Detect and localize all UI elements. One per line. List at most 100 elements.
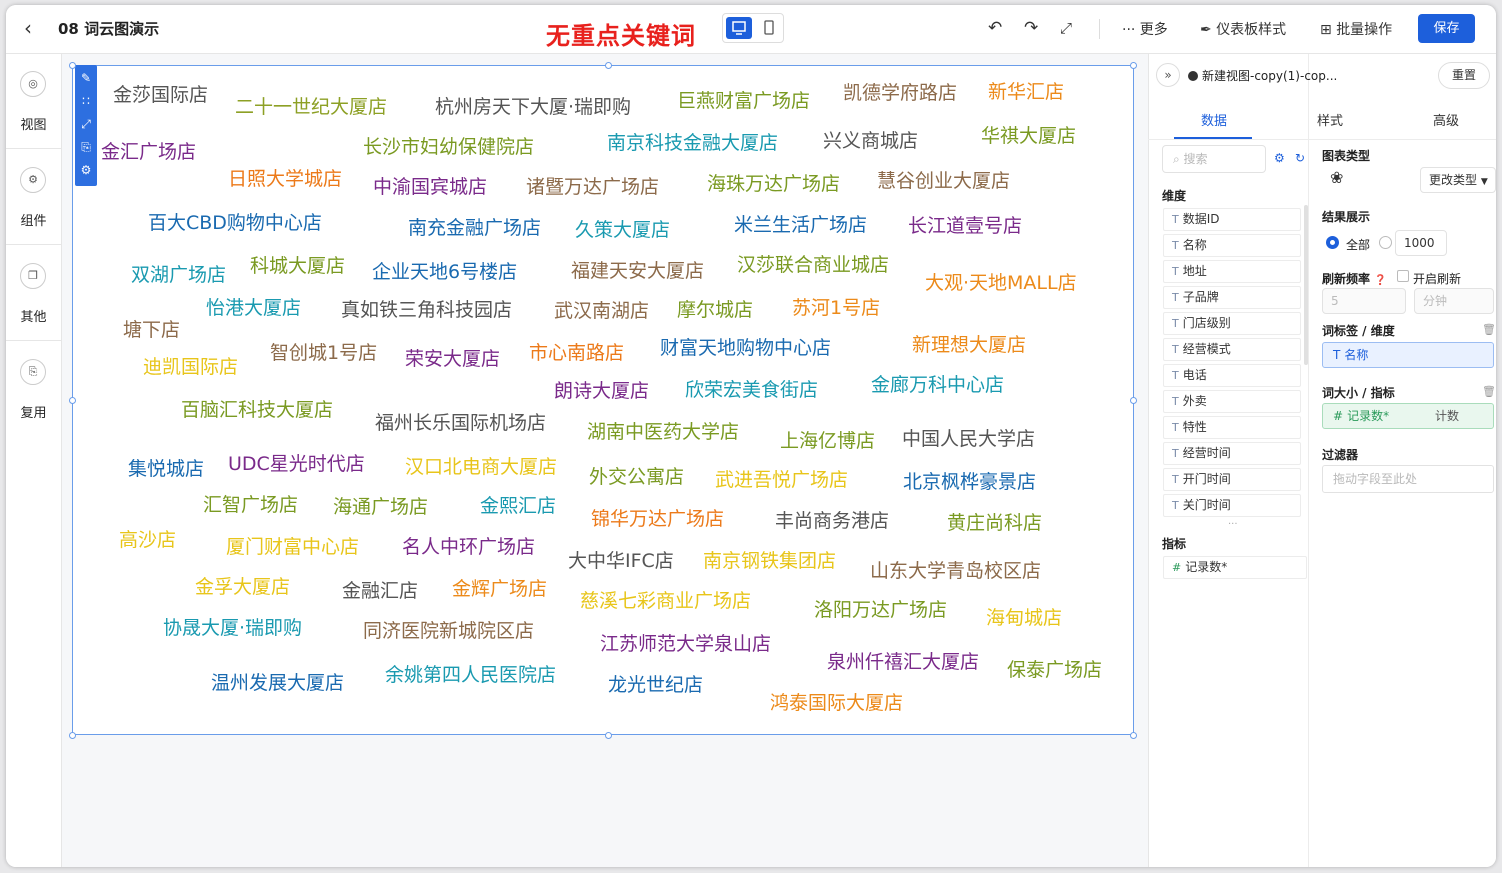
mobile-view-button[interactable] xyxy=(756,17,782,39)
nav-other[interactable]: ❐ 其他 xyxy=(6,246,61,341)
wordcloud-term[interactable]: 米兰生活广场店 xyxy=(734,216,867,235)
wordcloud-term[interactable]: 名人中环广场店 xyxy=(402,538,535,557)
collapse-panel-icon[interactable]: » xyxy=(1156,63,1180,87)
dimension-field[interactable]: T 特性 xyxy=(1163,416,1301,439)
radio-limit[interactable] xyxy=(1379,236,1392,249)
change-type-select[interactable]: 更改类型 ▼ xyxy=(1420,167,1496,193)
resize-handle[interactable] xyxy=(1130,62,1137,69)
wordcloud-term[interactable]: 大中华IFC店 xyxy=(568,552,674,571)
resize-handle[interactable] xyxy=(69,62,76,69)
wordcloud-term[interactable]: 丰尚商务港店 xyxy=(775,512,889,531)
filter-drop-zone[interactable]: 拖动字段至此处 xyxy=(1322,465,1494,493)
batch-operation-button[interactable]: ⊞ 批量操作 xyxy=(1320,19,1392,39)
more-button[interactable]: ··· 更多 xyxy=(1122,19,1168,39)
wordcloud-term[interactable]: 协晟大厦·瑞即购 xyxy=(163,619,302,638)
edit-icon[interactable]: ✎ xyxy=(75,67,97,89)
wordcloud-term[interactable]: 海珠万达广场店 xyxy=(707,175,840,194)
wordcloud-chart[interactable]: 金莎国际店 二十一世纪大厦店 杭州房天下大厦·瑞即购 巨燕财富广场店 凯德学府路店 新华汇… xyxy=(72,65,1134,735)
wordcloud-term[interactable]: 厦门财富中心店 xyxy=(226,538,359,557)
gear-icon[interactable]: ⚙ xyxy=(1274,151,1285,165)
nav-view[interactable]: ◎ 视图 xyxy=(6,54,61,149)
wordcloud-term[interactable]: 企业天地6号楼店 xyxy=(372,263,517,282)
wordcloud-term[interactable]: 科城大厦店 xyxy=(250,257,345,276)
wordcloud-term[interactable]: 朗诗大厦店 xyxy=(554,382,649,401)
tab-advanced[interactable]: 高级 xyxy=(1406,110,1486,129)
tab-data[interactable]: 数据 xyxy=(1174,110,1254,129)
dimension-field[interactable]: T 电话 xyxy=(1163,364,1301,387)
wordcloud-term[interactable]: 日照大学城店 xyxy=(228,170,342,189)
dimension-field[interactable]: T 经营模式 xyxy=(1163,338,1301,361)
refresh-unit-select[interactable]: 分钟 xyxy=(1414,288,1494,314)
wordcloud-term[interactable]: 中渝国宾城店 xyxy=(373,178,487,197)
expand-icon[interactable]: ⤢ xyxy=(75,113,97,135)
wordcloud-term[interactable]: 诸暨万达广场店 xyxy=(526,178,659,197)
wordcloud-term[interactable]: 汉口北电商大厦店 xyxy=(405,458,557,477)
wordcloud-term[interactable]: 鸿泰国际大厦店 xyxy=(770,694,903,713)
redo-icon[interactable]: ↷ xyxy=(1024,18,1038,38)
metric-field[interactable]: # 记录数* xyxy=(1163,556,1307,579)
wordcloud-term[interactable]: 百脑汇科技大厦店 xyxy=(181,401,333,420)
resize-handle[interactable] xyxy=(605,62,612,69)
wordcloud-term[interactable]: 塘下店 xyxy=(123,321,180,340)
resize-handle[interactable] xyxy=(1130,397,1137,404)
wordcloud-term[interactable]: 新理想大厦店 xyxy=(912,336,1026,355)
back-arrow-icon[interactable]: ‹ xyxy=(24,17,46,39)
wordcloud-term[interactable]: 大观·天地MALL店 xyxy=(925,274,1077,293)
dimension-field[interactable]: T 地址 xyxy=(1163,260,1301,283)
wordcloud-term[interactable]: 金熙汇店 xyxy=(480,497,556,516)
wordcloud-term[interactable]: 上海亿博店 xyxy=(780,432,875,451)
wordcloud-term[interactable]: 汇智广场店 xyxy=(203,496,298,515)
trash-icon[interactable]: 🗑 xyxy=(1482,385,1496,398)
enable-refresh-checkbox[interactable] xyxy=(1397,270,1409,282)
wordcloud-term[interactable]: 财富天地购物中心店 xyxy=(660,339,831,358)
wordcloud-term[interactable]: 福州长乐国际机场店 xyxy=(375,414,546,433)
wordcloud-term[interactable]: 保泰广场店 xyxy=(1007,661,1102,680)
tab-style[interactable]: 样式 xyxy=(1290,110,1370,129)
wordcloud-term[interactable]: 湖南中医药大学店 xyxy=(587,423,739,442)
wordcloud-term[interactable]: 江苏师范大学泉山店 xyxy=(600,635,771,654)
save-button[interactable]: 保存 xyxy=(1418,14,1475,43)
wordcloud-term[interactable]: 华祺大厦店 xyxy=(981,127,1076,146)
wordcloud-term[interactable]: 摩尔城店 xyxy=(677,301,753,320)
wordcloud-term[interactable]: 凯德学府路店 xyxy=(843,84,957,103)
dimension-field[interactable]: T 门店级别 xyxy=(1163,312,1301,335)
tag-dimension-pill[interactable]: T 名称 xyxy=(1322,342,1494,368)
wordcloud-term[interactable]: 高沙店 xyxy=(119,531,176,550)
wordcloud-term[interactable]: 南京钢铁集团店 xyxy=(703,552,836,571)
undo-icon[interactable]: ↶ xyxy=(988,18,1002,38)
drag-icon[interactable]: ∷ xyxy=(75,90,97,112)
wordcloud-term[interactable]: 海甸城店 xyxy=(986,609,1062,628)
wordcloud-term[interactable]: 同济医院新城院区店 xyxy=(363,622,534,641)
wordcloud-term[interactable]: 海通广场店 xyxy=(333,498,428,517)
wordcloud-term[interactable]: 慧谷创业大厦店 xyxy=(877,172,1010,191)
wordcloud-term[interactable]: UDC星光时代店 xyxy=(228,455,365,474)
desktop-view-button[interactable] xyxy=(726,17,752,39)
wordcloud-term[interactable]: 荣安大厦店 xyxy=(405,350,500,369)
wordcloud-term[interactable]: 锦华万达广场店 xyxy=(591,510,724,529)
wordcloud-term[interactable]: 金廊万科中心店 xyxy=(871,376,1004,395)
wordcloud-term[interactable]: 外交公寓店 xyxy=(589,468,684,487)
wordcloud-term[interactable]: 迪凯国际店 xyxy=(143,358,238,377)
resize-handle[interactable] xyxy=(69,732,76,739)
dimension-field[interactable]: T 开门时间 xyxy=(1163,468,1301,491)
trash-icon[interactable]: 🗑 xyxy=(1482,323,1496,336)
wordcloud-term[interactable]: 市心南路店 xyxy=(529,344,624,363)
dimension-field[interactable]: T 关门时间 xyxy=(1163,494,1301,517)
wordcloud-term[interactable]: 兴义商城店 xyxy=(823,132,918,151)
wordcloud-term[interactable]: 久策大厦店 xyxy=(575,221,670,240)
field-search-input[interactable]: ⌕ 搜索 xyxy=(1162,145,1266,173)
wordcloud-term[interactable]: 北京枫桦豪景店 xyxy=(903,473,1036,492)
dimension-field[interactable]: T 名称 xyxy=(1163,234,1301,257)
refresh-value-input[interactable]: 5 xyxy=(1322,288,1406,314)
refresh-icon[interactable]: ↻ xyxy=(1295,151,1305,165)
wordcloud-term[interactable]: 欣荣宏美食街店 xyxy=(685,381,818,400)
wordcloud-term[interactable]: 双湖广场店 xyxy=(131,266,226,285)
drag-divider[interactable]: ··· xyxy=(1228,519,1238,530)
scrollbar[interactable] xyxy=(1304,205,1308,365)
result-count-input[interactable]: 1000 xyxy=(1395,230,1447,256)
wordcloud-term[interactable]: 金孚大厦店 xyxy=(195,578,290,597)
dimension-field[interactable]: T 数据ID xyxy=(1163,208,1301,231)
wordcloud-term[interactable]: 南京科技金融大厦店 xyxy=(607,134,778,153)
wordcloud-term[interactable]: 泉州仟禧汇大厦店 xyxy=(827,653,979,672)
wordcloud-term[interactable]: 中国人民大学店 xyxy=(902,430,1035,449)
